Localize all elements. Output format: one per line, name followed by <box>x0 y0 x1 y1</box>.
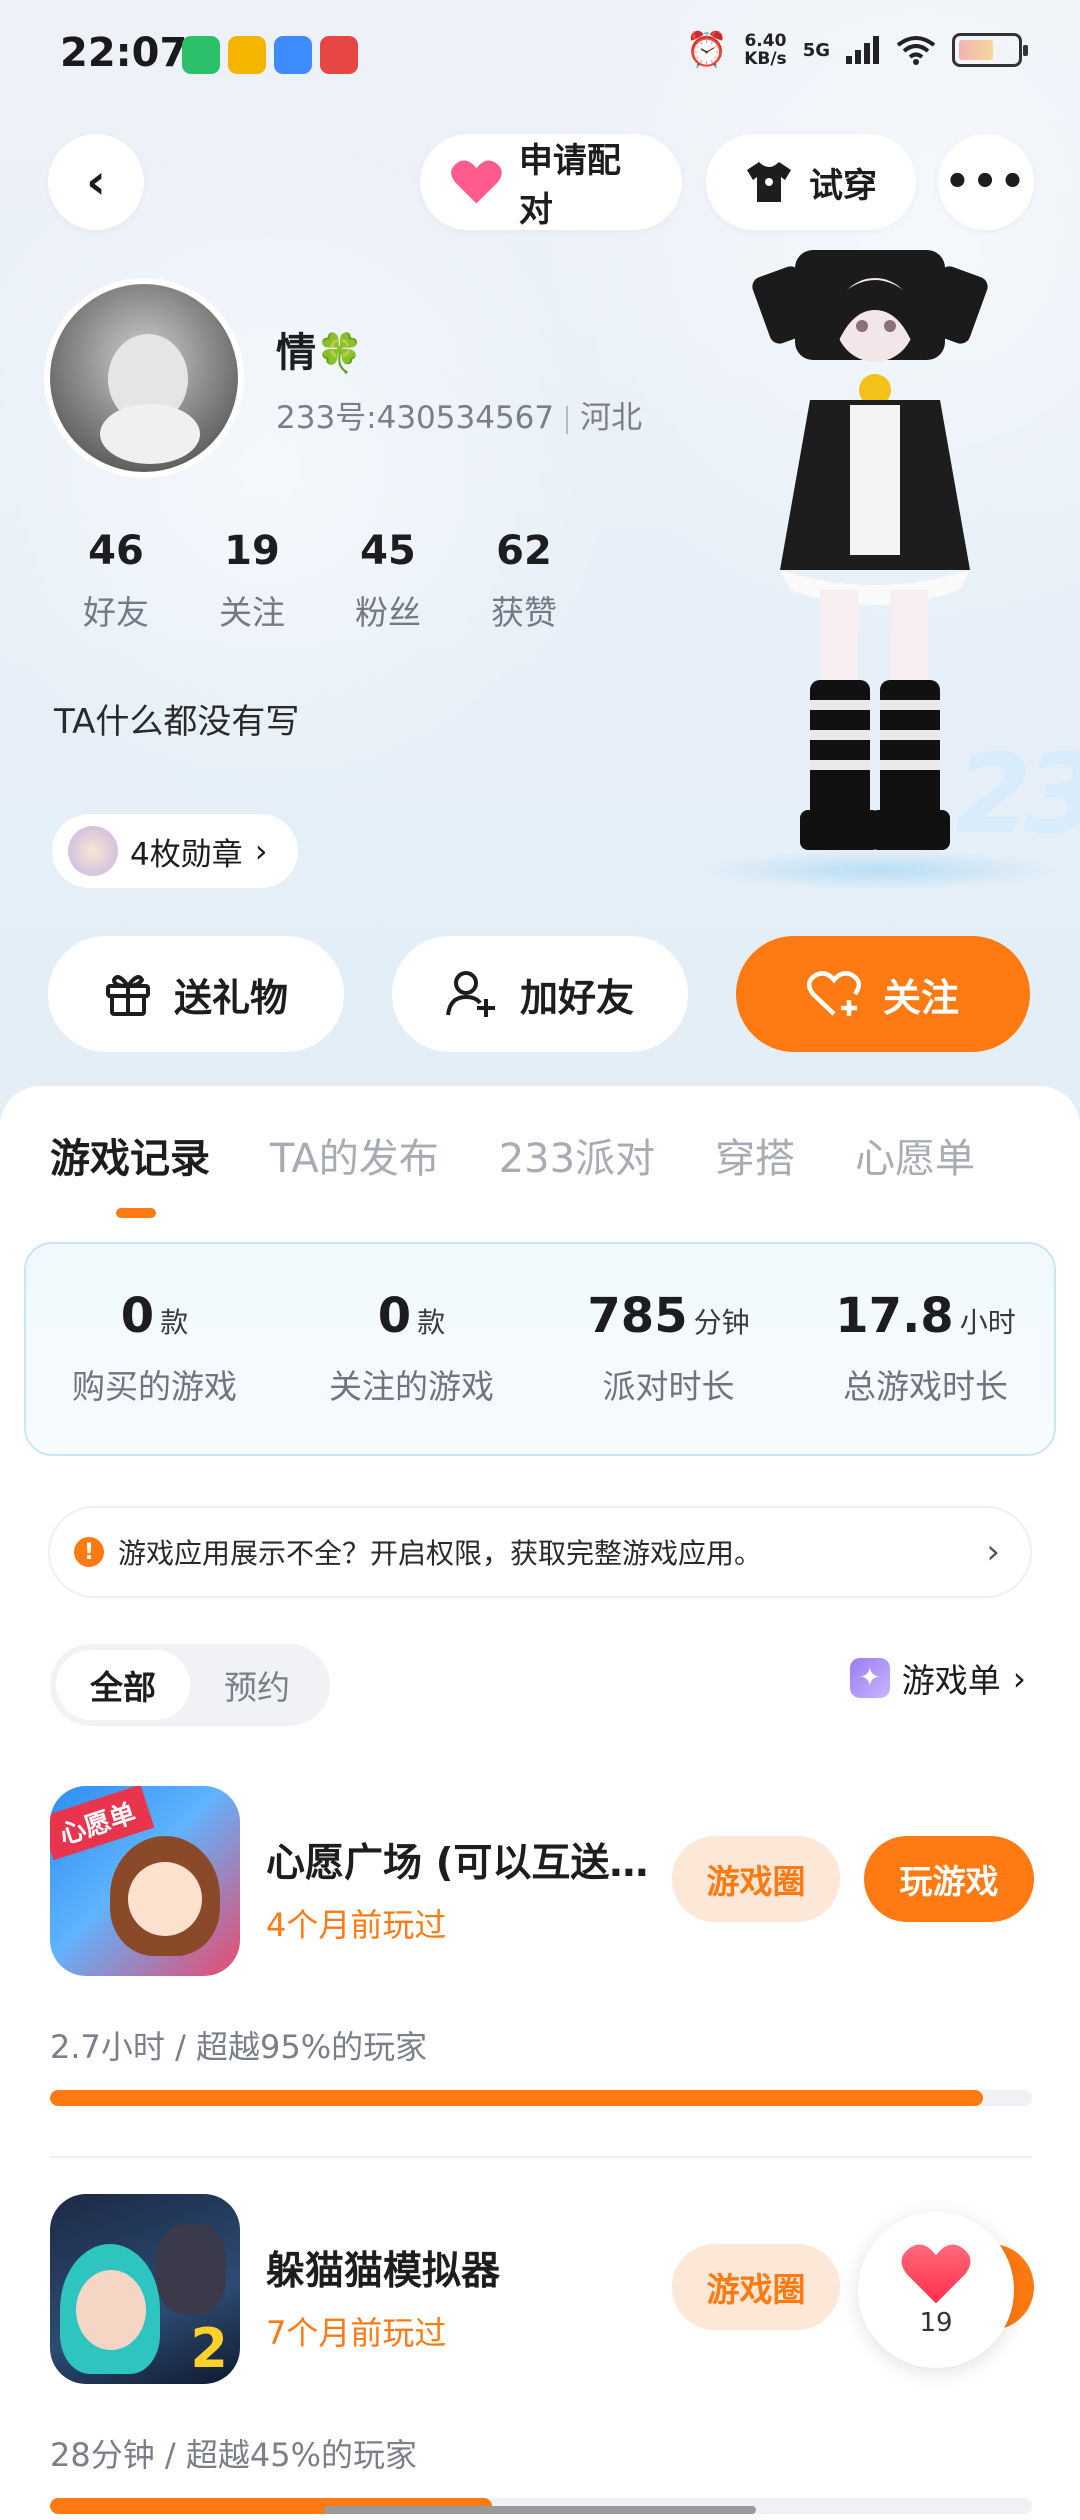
more-options-button[interactable]: ••• <box>938 134 1034 230</box>
alarm-icon: ⏰ <box>685 30 729 70</box>
status-time: 22:07 <box>60 30 188 76</box>
stat-fans[interactable]: 45 粉丝 <box>320 528 456 634</box>
game-title[interactable]: 心愿广场 (可以互送… <box>266 1832 648 1888</box>
wechat-notification-icon <box>182 36 220 74</box>
game-list-link[interactable]: ✦ 游戏单 › <box>849 1654 1026 1702</box>
game-last-played: 4个月前玩过 <box>266 1906 447 1944</box>
game-last-played: 7个月前玩过 <box>266 2314 447 2352</box>
avatar[interactable] <box>44 278 244 478</box>
tab-game-records[interactable]: 游戏记录 <box>50 1126 210 1184</box>
user-region: 河北 <box>580 400 643 436</box>
game-playtime-stats: 2.7小时 / 超越95%的玩家 <box>50 2028 428 2066</box>
playtime-progress-bar <box>50 2090 1032 2106</box>
filter-all[interactable]: 全部 <box>56 1650 190 1720</box>
clover-icon: 🍀 <box>316 331 364 375</box>
tab-outfits[interactable]: 穿搭 <box>715 1126 795 1184</box>
heart-icon <box>451 160 502 204</box>
stat-following[interactable]: 19 关注 <box>184 528 320 634</box>
game-app-notification-icon <box>320 36 358 74</box>
floating-like-button[interactable]: 19 <box>858 2212 1014 2368</box>
back-button[interactable]: ‹ <box>48 134 144 230</box>
heart-plus-icon <box>806 971 861 1016</box>
profile-tabs: 游戏记录 TA的发布 233派对 穿搭 心愿单 <box>50 1126 975 1184</box>
send-gift-button[interactable]: 送礼物 <box>48 936 344 1052</box>
add-user-icon <box>445 971 495 1017</box>
status-bar: 22:07 ⏰ 6.40 KB/s 5G <box>0 0 1080 110</box>
tab-posts[interactable]: TA的发布 <box>270 1126 439 1184</box>
tab-233-party[interactable]: 233派对 <box>499 1126 655 1184</box>
chevron-right-icon: › <box>986 1532 1000 1572</box>
warning-icon: ! <box>74 1537 104 1567</box>
summary-followed[interactable]: 0款 关注的游戏 <box>283 1244 540 1454</box>
list-item: 心愿单 心愿广场 (可以互送… 4个月前玩过 游戏圈 玩游戏 2.7小时 / 超… <box>0 1786 1080 2186</box>
medal-icon <box>68 826 118 876</box>
sparkle-icon: ✦ <box>849 1658 890 1698</box>
add-friend-button[interactable]: 加好友 <box>392 936 688 1052</box>
home-indicator[interactable] <box>324 2506 756 2514</box>
game-title[interactable]: 躲猫猫模拟器 <box>266 2240 500 2296</box>
profile-hero: 22:07 ⏰ 6.40 KB/s 5G ‹ 申请配对 试穿 ••• 情🍀 23… <box>0 0 1080 1120</box>
game-circle-button[interactable]: 游戏圈 <box>672 1836 840 1922</box>
game-summary-card: 0款 购买的游戏 0款 关注的游戏 785 分钟 派对时长 17.8 小时 总游戏时… <box>24 1242 1056 1456</box>
tab-wishlist[interactable]: 心愿单 <box>855 1126 975 1184</box>
game-icon-wish-square[interactable]: 心愿单 <box>50 1786 240 1976</box>
game-playtime-stats: 28分钟 / 超越45%的玩家 <box>50 2436 417 2474</box>
stat-friends[interactable]: 46 好友 <box>48 528 184 634</box>
battery-icon <box>952 33 1028 67</box>
signal-5g-icon: 5G <box>802 39 830 61</box>
more-dots-icon: ••• <box>944 159 1028 205</box>
medal-button[interactable]: 4枚勋章 › <box>52 814 298 888</box>
browser-notification-icon <box>274 36 312 74</box>
chevron-left-icon: ‹ <box>86 154 106 210</box>
summary-total-time[interactable]: 17.8 小时 总游戏时长 <box>797 1244 1054 1454</box>
game-circle-button[interactable]: 游戏圈 <box>672 2244 840 2330</box>
user-id: 233号:430534567 <box>276 400 555 436</box>
divider <box>50 2156 1032 2158</box>
follow-button[interactable]: 关注 <box>736 936 1030 1052</box>
summary-party-time[interactable]: 785 分钟 派对时长 <box>540 1244 797 1454</box>
cell-signal-icon <box>846 36 879 64</box>
wifi-icon <box>896 36 936 65</box>
game-icon-hide-and-seek[interactable]: 2 <box>50 2194 240 2384</box>
icon-badge: 2 <box>190 2317 228 2380</box>
filter-reserve[interactable]: 预约 <box>190 1650 324 1720</box>
game-filter-toggle: 全部 预约 <box>50 1644 330 1726</box>
chevron-right-icon: › <box>254 832 268 870</box>
summary-purchased[interactable]: 0款 购买的游戏 <box>26 1244 283 1454</box>
gift-icon <box>105 975 150 1016</box>
heart-icon <box>901 2244 971 2304</box>
active-tab-indicator <box>116 1208 156 1218</box>
apply-pair-button[interactable]: 申请配对 <box>420 134 682 230</box>
nickname: 情🍀 <box>276 330 364 376</box>
user-id-region: 233号:430534567 河北 <box>276 392 642 437</box>
like-count: 19 <box>919 2308 953 2338</box>
chevron-right-icon: › <box>1012 1658 1026 1698</box>
profile-stats: 46 好友 19 关注 45 粉丝 62 获赞 <box>48 528 592 634</box>
try-on-button[interactable]: 试穿 <box>706 134 916 230</box>
profile-bio: TA什么都没有写 <box>54 702 300 742</box>
network-speed: 6.40 KB/s <box>744 31 787 69</box>
avatar-character[interactable] <box>700 240 1060 880</box>
weibo-notification-icon <box>228 36 266 74</box>
permission-notice[interactable]: ! 游戏应用展示不全？开启权限，获取完整游戏应用。 › <box>50 1508 1030 1596</box>
stat-likes[interactable]: 62 获赞 <box>456 528 592 634</box>
tshirt-icon <box>747 162 791 202</box>
play-game-button[interactable]: 玩游戏 <box>864 1836 1034 1922</box>
